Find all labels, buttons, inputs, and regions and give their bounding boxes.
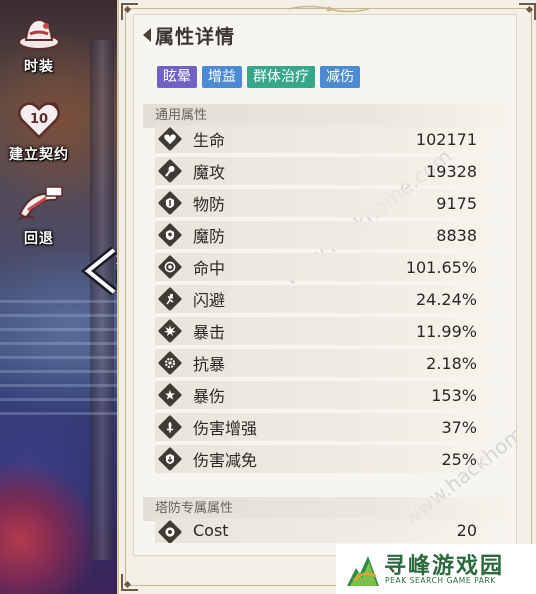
panel-title-text: 属性详情 [155,25,236,48]
title-arrow-icon [143,28,151,42]
tag-group-heal: 群体治疗 [247,66,315,88]
shield-magic-icon [157,222,183,248]
stat-name: 魔攻 [193,163,226,182]
skill-tags: 眩晕 增益 群体治疗 减伤 [157,66,360,88]
stat-value: 20 [456,521,477,540]
stat-row-crit-damage: 暴伤 153% [155,381,513,409]
stat-row-damage-reduction: 伤害减免 25% [155,445,513,473]
burst-icon [157,318,183,344]
stat-row-crit: 暴击 11.99% [155,317,513,345]
cost-icon [157,519,183,543]
stat-name: 闪避 [193,291,226,310]
gear-shield-icon [157,350,183,376]
side-menu-contract-label: 建立契约 [9,147,69,163]
stat-row-crit-resist: 抗暴 2.18% [155,349,513,377]
target-icon [157,254,183,280]
stat-name: 暴伤 [193,387,226,406]
stat-name: 魔防 [193,227,226,246]
side-menu-rewind-label: 回退 [24,231,54,247]
stat-value: 2.18% [426,353,477,373]
attribute-detail-panel: www.hackhome.com www.hackhome.com 属性详情 眩… [117,0,536,594]
stat-value: 102171 [415,129,477,149]
stat-value: 11.99% [415,321,477,341]
stat-value: 8838 [436,225,477,245]
tag-damage-reduction: 减伤 [320,66,360,88]
stat-row-damage-boost: 伤害增强 37% [155,413,513,441]
stat-name: 抗暴 [193,355,226,374]
stat-row-hp: 生命 102171 [155,125,513,153]
rewind-scroll-icon [16,184,63,228]
side-menu-fashion-label: 时装 [24,59,54,75]
stat-value: 25% [441,449,477,469]
stat-row-magic-attack: 魔攻 19328 [155,157,513,185]
background-stairs [0,300,120,420]
stat-value: 24.24% [415,289,477,309]
stat-name: 伤害增强 [193,419,258,438]
top-ornament-icon [289,5,369,13]
stat-name: 暴击 [193,323,226,342]
stat-name: Cost [193,521,229,540]
site-logo: 寻峰游戏园 PEAK SEARCH GAME PARK [336,544,536,594]
stat-value: 153% [431,385,477,405]
contract-count-badge: 10 [30,112,49,127]
stat-row-physical-defense: 物防 9175 [155,189,513,217]
star-burst-icon [157,382,183,408]
stat-name: 伤害减免 [193,451,258,470]
running-figure-icon [157,286,183,312]
stat-row-hit-rate: 命中 101.65% [155,253,513,281]
stat-name: 命中 [193,259,226,278]
corner-ornament-icon [519,3,536,20]
hat-icon [16,12,62,56]
stat-name: 物防 [193,195,226,214]
stat-row-cost: Cost 20 [155,518,513,543]
heart-contract-icon: 10 [16,100,62,144]
tag-stun: 眩晕 [157,66,197,88]
stat-value: 101.65% [405,257,477,277]
shield-down-icon [157,446,183,472]
side-menu-fashion-button[interactable]: 时装 [0,12,78,76]
logo-english-text: PEAK SEARCH GAME PARK [385,576,496,585]
side-menu-contract-button[interactable]: 10 建立契约 [0,100,78,164]
mountain-logo-icon [347,556,379,586]
stat-value: 19328 [426,161,477,181]
chevron-left-icon [80,246,117,296]
panel-title: 属性详情 [143,20,235,50]
stat-value: 37% [441,417,477,437]
side-menu-rewind-button[interactable]: 回退 [0,184,78,248]
tag-buff: 增益 [202,66,242,88]
shield-sword-icon [157,190,183,216]
stat-row-magic-defense: 魔防 8838 [155,221,513,249]
heart-icon [157,126,183,152]
sword-up-icon [157,414,183,440]
corner-ornament-icon [121,574,138,591]
stat-row-dodge: 闪避 24.24% [155,285,513,313]
stat-value: 9175 [436,193,477,213]
stat-name: 生命 [193,131,226,150]
magic-wand-icon [157,158,183,184]
